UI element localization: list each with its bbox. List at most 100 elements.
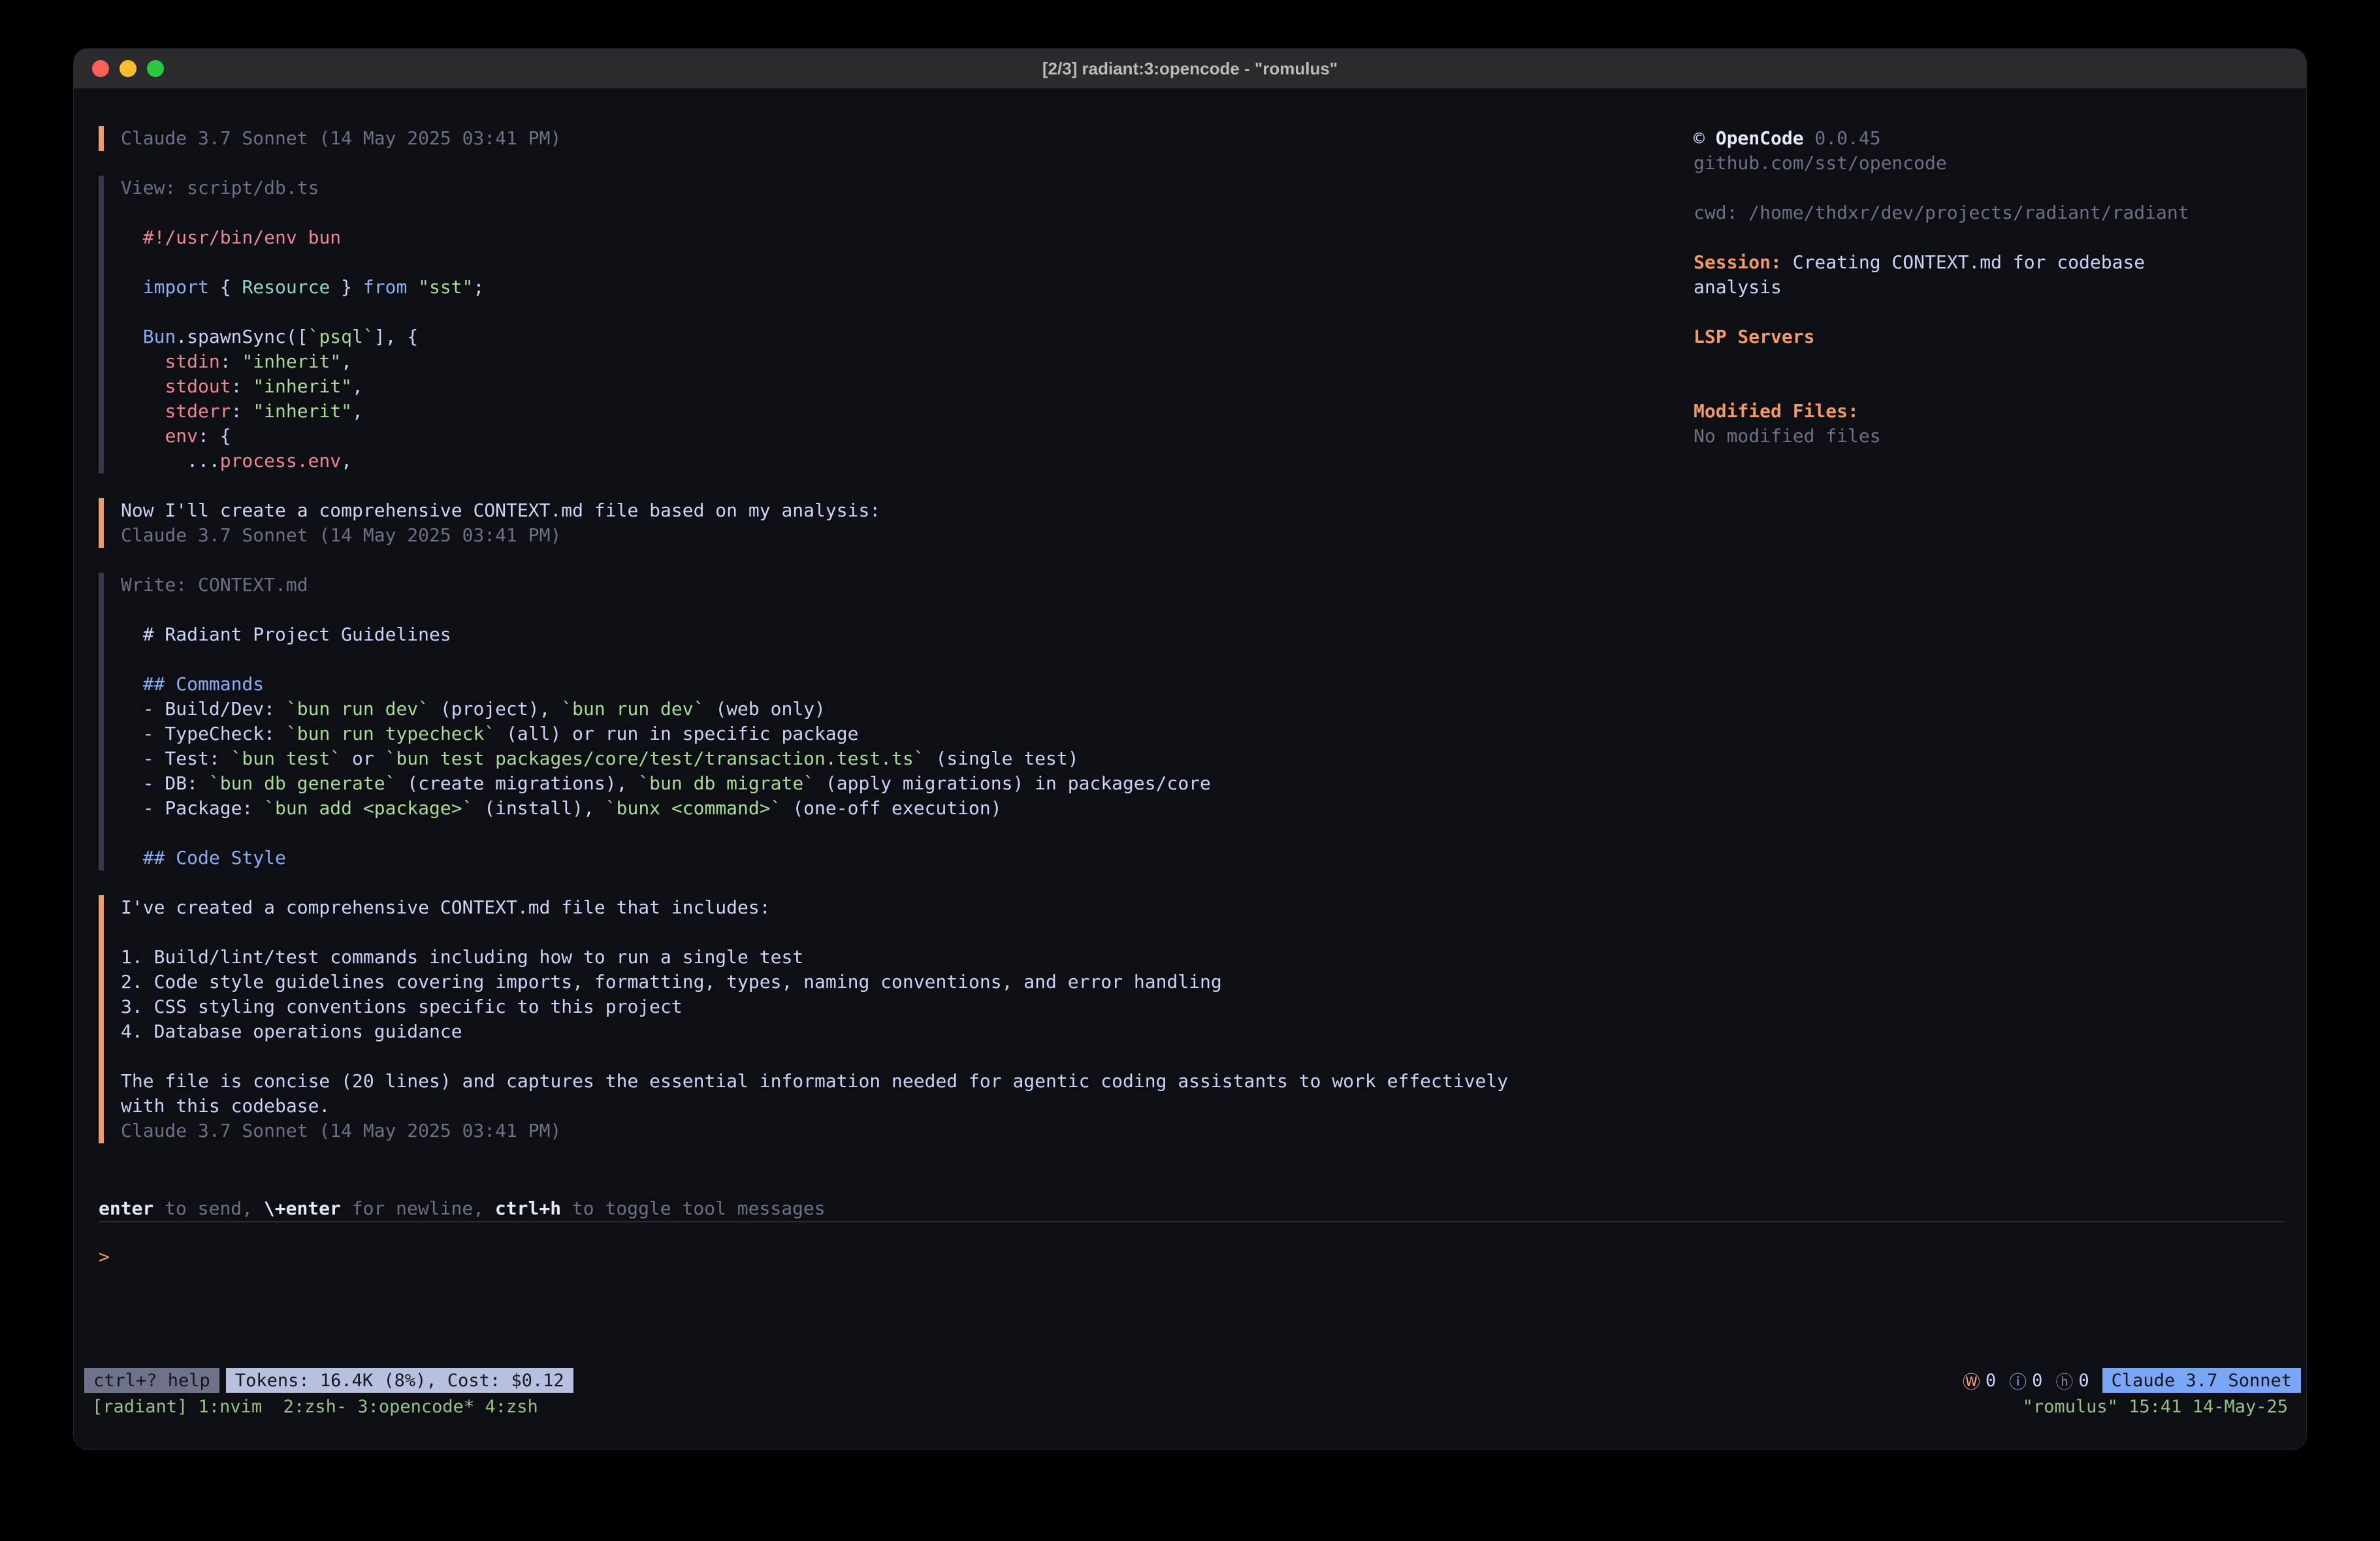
text-segment: # Radiant Project Guidelines xyxy=(121,624,451,645)
warning-icon: Ⓦ xyxy=(1963,1368,1980,1393)
message-editor: enter to send, \+enter for newline, ctrl… xyxy=(99,1196,2285,1367)
text-segment: `bun run typecheck` xyxy=(286,723,495,744)
text-segment: analysis xyxy=(1694,276,1782,298)
text-segment: `bun test packages/core/test/transaction… xyxy=(385,748,925,769)
text-line xyxy=(121,647,2306,672)
status-bar-right: Ⓦ 0 ⓘ 0 ⓗ 0 Claude 3.7 Sonnet xyxy=(1963,1368,2301,1393)
model-chip: Claude 3.7 Sonnet xyxy=(2102,1368,2301,1393)
close-button[interactable] xyxy=(92,60,109,77)
text-segment: Creating CONTEXT.md for codebase xyxy=(1782,251,2145,273)
warning-count: 0 xyxy=(1986,1371,1996,1391)
text-segment: `bun run dev` xyxy=(286,698,429,720)
terminal-window: [2/3] radiant:3:opencode - "romulus" Cla… xyxy=(73,48,2307,1450)
text-segment: { xyxy=(209,276,242,298)
text-segment: "inherit" xyxy=(242,351,341,372)
text-line: ...process.env, xyxy=(121,449,2306,473)
minimize-button[interactable] xyxy=(120,60,137,77)
text-segment: enter xyxy=(99,1198,153,1219)
text-segment: Claude 3.7 Sonnet (14 May 2025 03:41 PM) xyxy=(121,524,561,546)
text-segment: ## Code Style xyxy=(143,847,286,868)
text-segment: to toggle tool messages xyxy=(561,1198,826,1219)
text-segment: `bun test` xyxy=(231,748,342,769)
text-line: 2. Code style guidelines covering import… xyxy=(121,970,2306,994)
text-segment: import xyxy=(143,276,209,298)
text-segment: (apply migrations) in packages/core xyxy=(814,772,1211,794)
text-segment: from xyxy=(363,276,407,298)
text-segment: `bun db migrate` xyxy=(638,772,814,794)
text-segment: (create migrations), xyxy=(396,772,638,794)
text-line: Claude 3.7 Sonnet (14 May 2025 03:41 PM) xyxy=(121,523,2306,548)
text-segment: `psql` xyxy=(308,326,374,347)
text-segment: , xyxy=(352,375,363,397)
text-segment: ; xyxy=(473,276,484,298)
text-segment: to send, xyxy=(153,1198,264,1219)
hint-count: 0 xyxy=(2078,1371,2089,1391)
text-line xyxy=(1694,300,2288,325)
help-hint-chip: ctrl+? help xyxy=(84,1368,219,1393)
text-segment: The file is concise (20 lines) and captu… xyxy=(121,1070,1508,1092)
text-segment: for newline, xyxy=(341,1198,495,1219)
text-line: I've created a comprehensive CONTEXT.md … xyxy=(121,895,2306,920)
text-segment: 3. CSS styling conventions specific to t… xyxy=(121,996,683,1017)
tmux-window-list[interactable]: [radiant] 1:nvim 2:zsh- 3:opencode* 4:zs… xyxy=(92,1397,538,1417)
text-segment: (one-off execution) xyxy=(781,797,1001,819)
session-sidebar: © OpenCode 0.0.45github.com/sst/opencode… xyxy=(1694,126,2288,449)
text-line xyxy=(121,1044,2306,1069)
text-segment: Claude 3.7 Sonnet (14 May 2025 03:41 PM) xyxy=(121,1120,561,1141)
tmux-session-info: "romulus" 15:41 14-May-25 xyxy=(2023,1397,2288,1417)
text-segment xyxy=(121,326,143,347)
text-segment: Claude 3.7 Sonnet (14 May 2025 03:41 PM) xyxy=(121,127,561,149)
text-segment: `bun run dev` xyxy=(561,698,704,720)
hint-icon: ⓗ xyxy=(2055,1368,2073,1393)
text-line: 4. Database operations guidance xyxy=(121,1019,2306,1044)
text-segment: No modified files xyxy=(1694,425,1881,447)
text-segment: OpenCode xyxy=(1716,127,1804,149)
text-segment: `bun db generate` xyxy=(209,772,396,794)
text-segment: cwd: /home/thdxr/dev/projects/radiant/ra… xyxy=(1694,202,2189,223)
text-segment: #!/usr/bin/env bun xyxy=(143,227,341,248)
text-segment: : xyxy=(220,351,242,372)
text-segment: env xyxy=(165,425,198,447)
text-line: Now I'll create a comprehensive CONTEXT.… xyxy=(121,498,2306,523)
diagnostics-warning: Ⓦ 0 xyxy=(1963,1368,1996,1393)
text-segment: with this codebase. xyxy=(121,1095,330,1117)
window-titlebar[interactable]: [2/3] radiant:3:opencode - "romulus" xyxy=(74,49,2306,89)
text-segment: © xyxy=(1694,127,1716,149)
text-segment: .spawnSync([ xyxy=(176,326,308,347)
text-segment: ], { xyxy=(374,326,418,347)
text-segment: stdout xyxy=(165,375,231,397)
text-segment: "inherit" xyxy=(253,400,352,422)
text-line: - Package: `bun add <package>` (install)… xyxy=(121,796,2306,821)
text-segment: `bunx <command>` xyxy=(605,797,782,819)
text-line: - DB: `bun db generate` (create migratio… xyxy=(121,771,2306,796)
text-segment xyxy=(121,400,165,422)
text-segment xyxy=(121,375,165,397)
text-line: LSP Servers xyxy=(1694,325,2288,349)
window-title: [2/3] radiant:3:opencode - "romulus" xyxy=(1042,59,1338,79)
text-segment: `bun add <package>` xyxy=(264,797,473,819)
assistant-message-block: I've created a comprehensive CONTEXT.md … xyxy=(99,895,2306,1143)
editor-input-area[interactable]: > xyxy=(99,1221,2285,1367)
text-segment: LSP Servers xyxy=(1694,326,1814,347)
text-segment: (install), xyxy=(473,797,605,819)
zoom-button[interactable] xyxy=(147,60,164,77)
prompt-symbol: > xyxy=(99,1246,110,1267)
text-line: - TypeCheck: `bun run typecheck` (all) o… xyxy=(121,722,2306,746)
text-segment: - TypeCheck: xyxy=(121,723,286,744)
text-segment: - Package: xyxy=(121,797,264,819)
text-segment: process.env xyxy=(220,450,341,471)
traffic-lights xyxy=(92,49,164,88)
text-line xyxy=(121,821,2306,846)
text-segment: - DB: xyxy=(121,772,209,794)
text-line xyxy=(121,597,2306,622)
text-line: ## Code Style xyxy=(121,846,2306,870)
info-icon: ⓘ xyxy=(2009,1368,2027,1393)
text-line: © OpenCode 0.0.45 xyxy=(1694,126,2288,151)
text-segment: (all) or run in specific package xyxy=(495,723,858,744)
text-line: - Test: `bun test` or `bun test packages… xyxy=(121,746,2306,771)
text-line xyxy=(1694,225,2288,250)
assistant-message-block: Now I'll create a comprehensive CONTEXT.… xyxy=(99,498,2306,548)
text-segment: or xyxy=(341,748,385,769)
text-segment: I've created a comprehensive CONTEXT.md … xyxy=(121,897,771,918)
text-segment: Now I'll create a comprehensive CONTEXT.… xyxy=(121,500,880,521)
